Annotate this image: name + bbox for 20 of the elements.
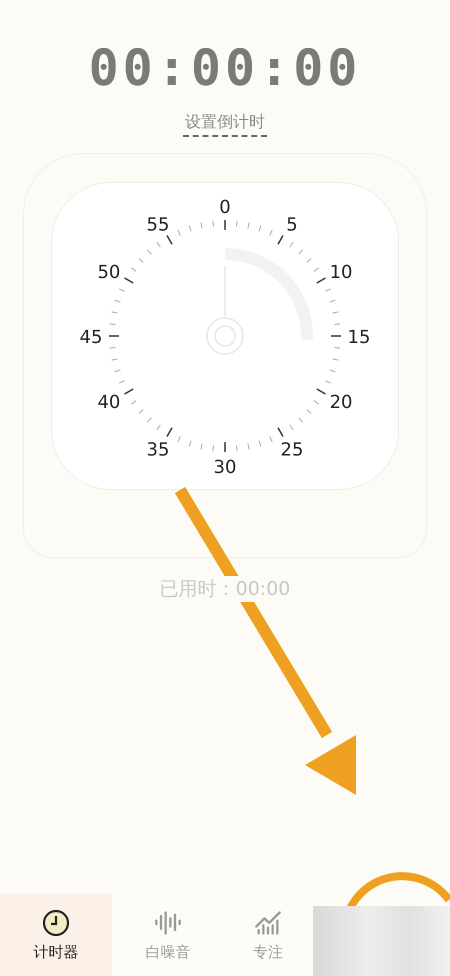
bar-chart-icon: [254, 908, 282, 936]
dial-number: 15: [348, 327, 370, 348]
set-countdown-link[interactable]: 设置倒计时: [183, 112, 267, 137]
dial-number: 25: [280, 440, 304, 461]
dial-number: 50: [98, 262, 120, 283]
dial-number: 0: [219, 197, 231, 218]
countdown-display: 00:00:00: [88, 40, 362, 96]
dial-number: 5: [286, 214, 298, 236]
dial-number: 10: [330, 262, 352, 283]
dial-number: 45: [80, 327, 102, 348]
dial-number: 30: [214, 457, 236, 478]
dial-number: 40: [98, 392, 120, 413]
dial-number: 35: [146, 440, 170, 461]
sound-wave-icon: [154, 908, 182, 936]
clock-icon: [42, 908, 70, 936]
nav-tab[interactable]: 专注: [224, 894, 312, 976]
dial-number: 20: [330, 392, 352, 413]
nav-tab[interactable]: 计时器: [0, 894, 112, 976]
dial-number: 55: [146, 214, 170, 236]
nav-tab[interactable]: 白噪音: [112, 894, 224, 976]
